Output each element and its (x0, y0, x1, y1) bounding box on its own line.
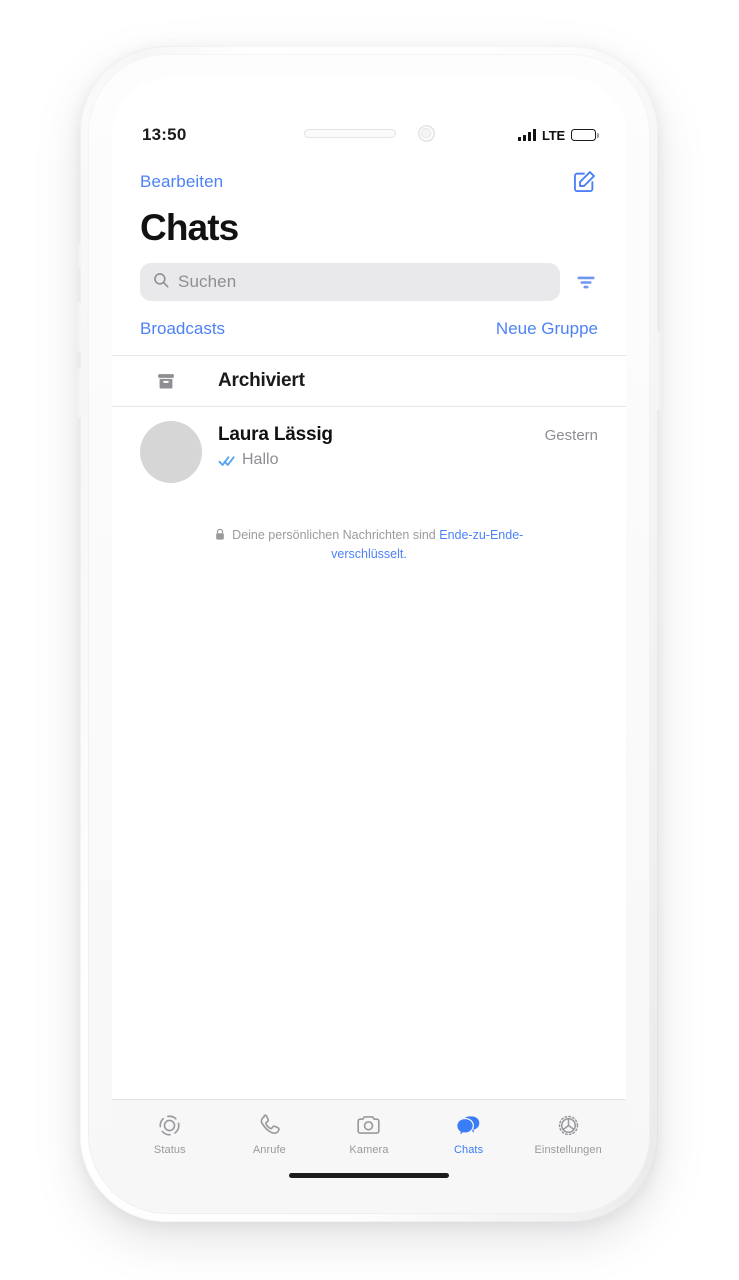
tab-camera-label: Kamera (349, 1144, 389, 1156)
avatar (140, 421, 202, 483)
cellular-signal-icon (517, 129, 536, 141)
tab-chats-label: Chats (453, 1144, 484, 1156)
search-icon (152, 271, 170, 294)
screenshot-canvas: 13:50 LTE Bearbeiten Chats Suchen Broadc… (0, 0, 739, 1280)
chat-message-preview: Hallo (242, 451, 279, 468)
tab-calls[interactable]: Anrufe (220, 1110, 320, 1156)
power-button[interactable] (656, 332, 661, 410)
home-indicator[interactable] (289, 1172, 449, 1178)
earpiece-speaker-icon (303, 128, 396, 138)
home-indicator-area (112, 1160, 626, 1190)
edit-button[interactable]: Bearbeiten (140, 172, 223, 192)
gear-icon (553, 1110, 583, 1140)
encryption-notice-text: Deine persönlichen Nachrichten sind (232, 528, 440, 542)
chat-preview-row: Hallo (218, 451, 598, 469)
navigation-bar: Bearbeiten (112, 156, 626, 195)
archived-row[interactable]: Archiviert (112, 356, 626, 406)
chat-item-header: Laura Lässig Gestern (218, 424, 598, 446)
chat-timestamp: Gestern (544, 427, 598, 444)
tab-bar: Status Anrufe Kamera Chats Einstellungen (112, 1099, 626, 1160)
chat-contact-name: Laura Lässig (218, 424, 333, 445)
status-bar: 13:50 LTE (112, 78, 626, 156)
status-bar-indicators: LTE (517, 127, 599, 143)
tab-calls-label: Anrufe (252, 1144, 286, 1156)
silent-switch[interactable] (78, 242, 82, 268)
device-hardware-row (269, 124, 469, 142)
front-camera-icon (417, 124, 435, 142)
search-row: Suchen (112, 249, 626, 301)
chat-list-item[interactable]: Laura Lässig Gestern Hallo (112, 407, 626, 499)
quick-links-row: Broadcasts Neue Gruppe (112, 301, 626, 355)
double-check-icon (218, 454, 236, 466)
volume-up-button[interactable] (77, 302, 82, 352)
filter-icon[interactable] (574, 270, 598, 294)
encryption-notice: Deine persönlichen Nachrichten sind Ende… (179, 527, 559, 563)
phone-screen: 13:50 LTE Bearbeiten Chats Suchen Broadc… (112, 78, 626, 1190)
page-title: Chats (140, 207, 239, 248)
status-rings-icon (155, 1110, 185, 1140)
volume-down-button[interactable] (77, 368, 82, 418)
lock-icon (215, 528, 228, 544)
broadcasts-link[interactable]: Broadcasts (140, 319, 225, 339)
search-input[interactable]: Suchen (140, 263, 560, 301)
status-bar-clock: 13:50 (142, 125, 187, 144)
compose-icon[interactable] (571, 168, 598, 195)
chat-item-body: Laura Lässig Gestern Hallo (218, 421, 598, 469)
archived-label: Archiviert (218, 370, 305, 391)
chat-bubbles-icon (454, 1110, 484, 1140)
search-placeholder: Suchen (178, 272, 237, 291)
tab-settings[interactable]: Einstellungen (518, 1110, 618, 1156)
battery-icon (571, 128, 599, 142)
new-group-link[interactable]: Neue Gruppe (496, 319, 598, 339)
network-type-label: LTE (542, 127, 565, 143)
tab-status-label: Status (153, 1144, 186, 1156)
camera-icon (354, 1110, 384, 1140)
tab-settings-label: Einstellungen (534, 1144, 602, 1156)
archive-box-icon (156, 371, 176, 392)
phone-device-frame: 13:50 LTE Bearbeiten Chats Suchen Broadc… (77, 46, 661, 1222)
tab-camera[interactable]: Kamera (319, 1110, 419, 1156)
tab-status[interactable]: Status (120, 1110, 220, 1156)
tab-chats[interactable]: Chats (419, 1110, 519, 1156)
chat-list: Laura Lässig Gestern Hallo (112, 407, 626, 499)
phone-handset-icon (254, 1110, 284, 1140)
